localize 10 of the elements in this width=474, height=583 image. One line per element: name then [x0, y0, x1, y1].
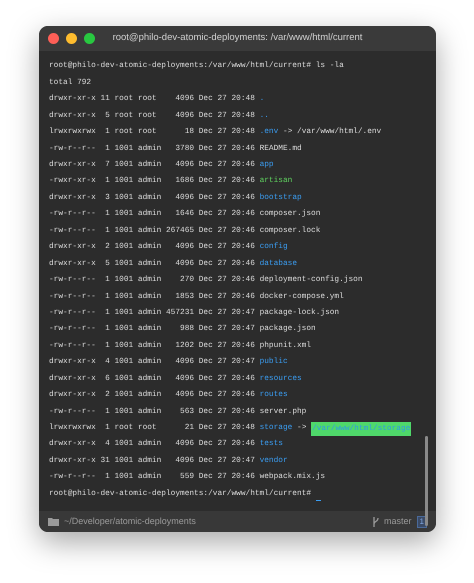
window-title: root@philo-dev-atomic-deployments: /var/www/html/current [112, 31, 362, 46]
branch-icon [372, 516, 380, 526]
folder-icon [48, 517, 59, 526]
close-button[interactable] [48, 33, 59, 44]
minimize-button[interactable] [66, 33, 77, 44]
cursor [316, 500, 322, 501]
current-path: ~/Developer/atomic-deployments [64, 514, 196, 528]
scrollbar[interactable] [425, 436, 428, 526]
maximize-button[interactable] [84, 33, 95, 44]
git-branch: master [384, 514, 412, 528]
